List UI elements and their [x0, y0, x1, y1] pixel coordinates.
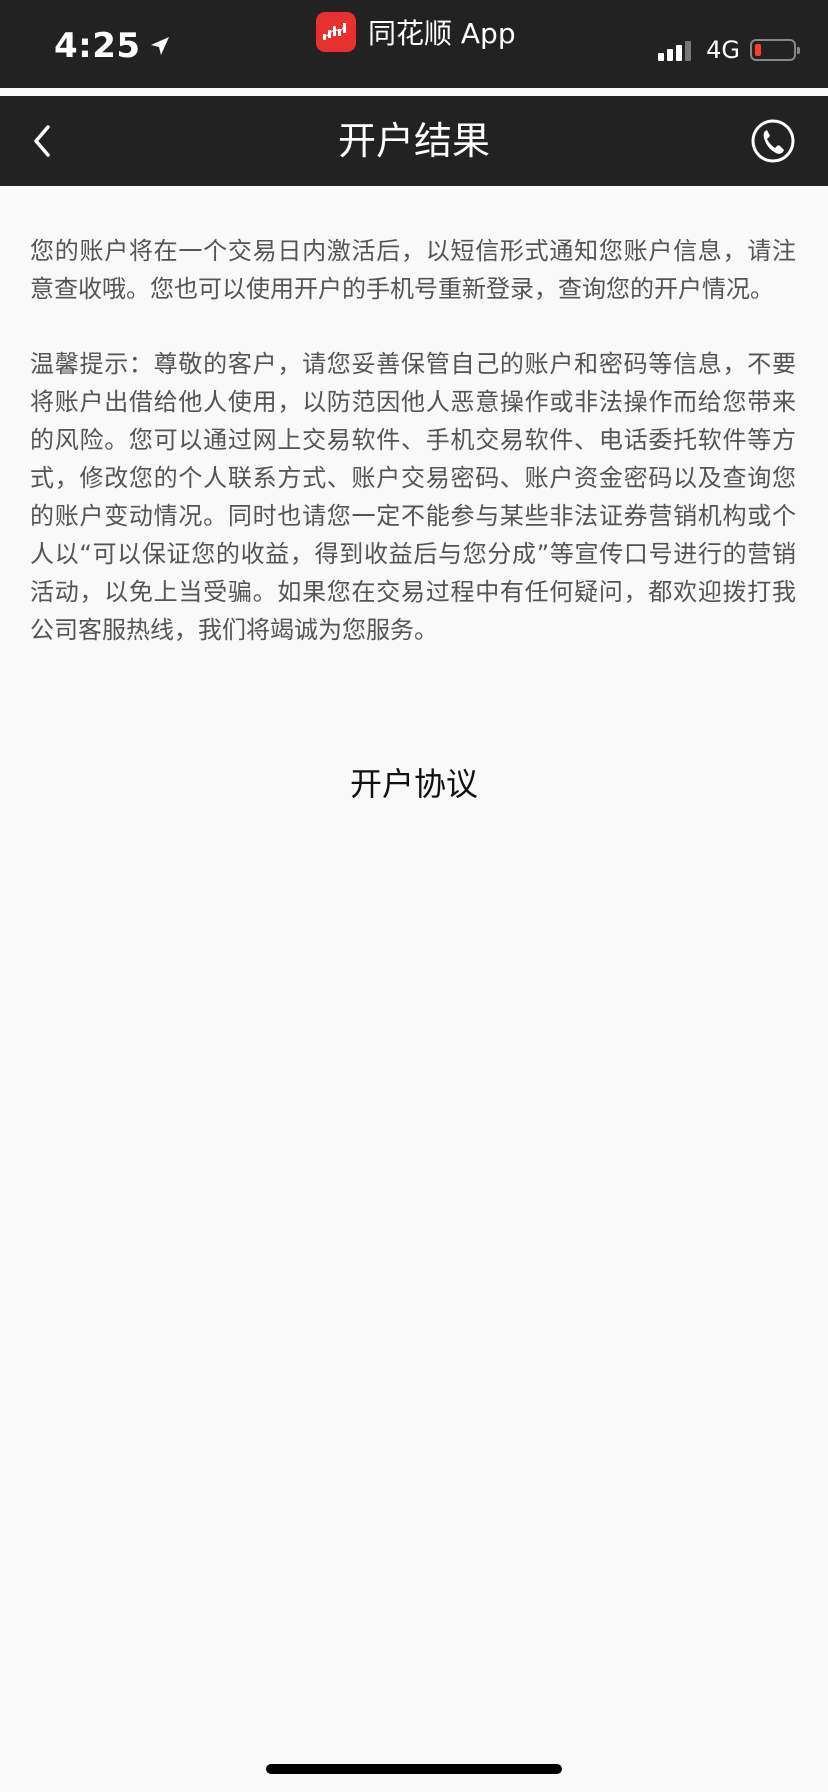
result-content: 您的账户将在一个交易日内激活后，以短信形式通知您账户信息，请注意查收哦。您也可以…	[30, 232, 796, 686]
account-agreement-link[interactable]: 开户协议	[0, 762, 828, 806]
home-indicator[interactable]	[266, 1764, 562, 1774]
status-time: 4:25	[54, 26, 171, 66]
back-to-app-indicator[interactable]: 同花顺 App	[316, 10, 516, 54]
status-bar: 4:25 同花顺 App 4G	[0, 0, 828, 88]
signal-strength-icon	[658, 39, 694, 61]
location-arrow-icon	[150, 37, 169, 55]
app-logo-icon	[316, 12, 356, 52]
activation-notice: 您的账户将在一个交易日内激活后，以短信形式通知您账户信息，请注意查收哦。您也可以…	[30, 237, 796, 303]
app-name: 同花顺 App	[368, 17, 516, 50]
network-type: 4G	[706, 36, 740, 64]
page-title: 开户结果	[337, 119, 490, 163]
customer-service-phone-button[interactable]	[748, 116, 798, 166]
battery-level	[755, 44, 761, 56]
security-tips: 温馨提示：尊敬的客户，请您妥善保管自己的账户和密码等信息，不要将账户出借给他人使…	[30, 350, 796, 644]
divider	[0, 88, 828, 96]
navigation-bar: 开户结果	[0, 96, 828, 186]
battery-icon	[750, 39, 800, 61]
phone-icon	[751, 119, 795, 163]
status-time-text: 4:25	[54, 26, 141, 66]
status-indicators: 4G	[658, 36, 800, 64]
